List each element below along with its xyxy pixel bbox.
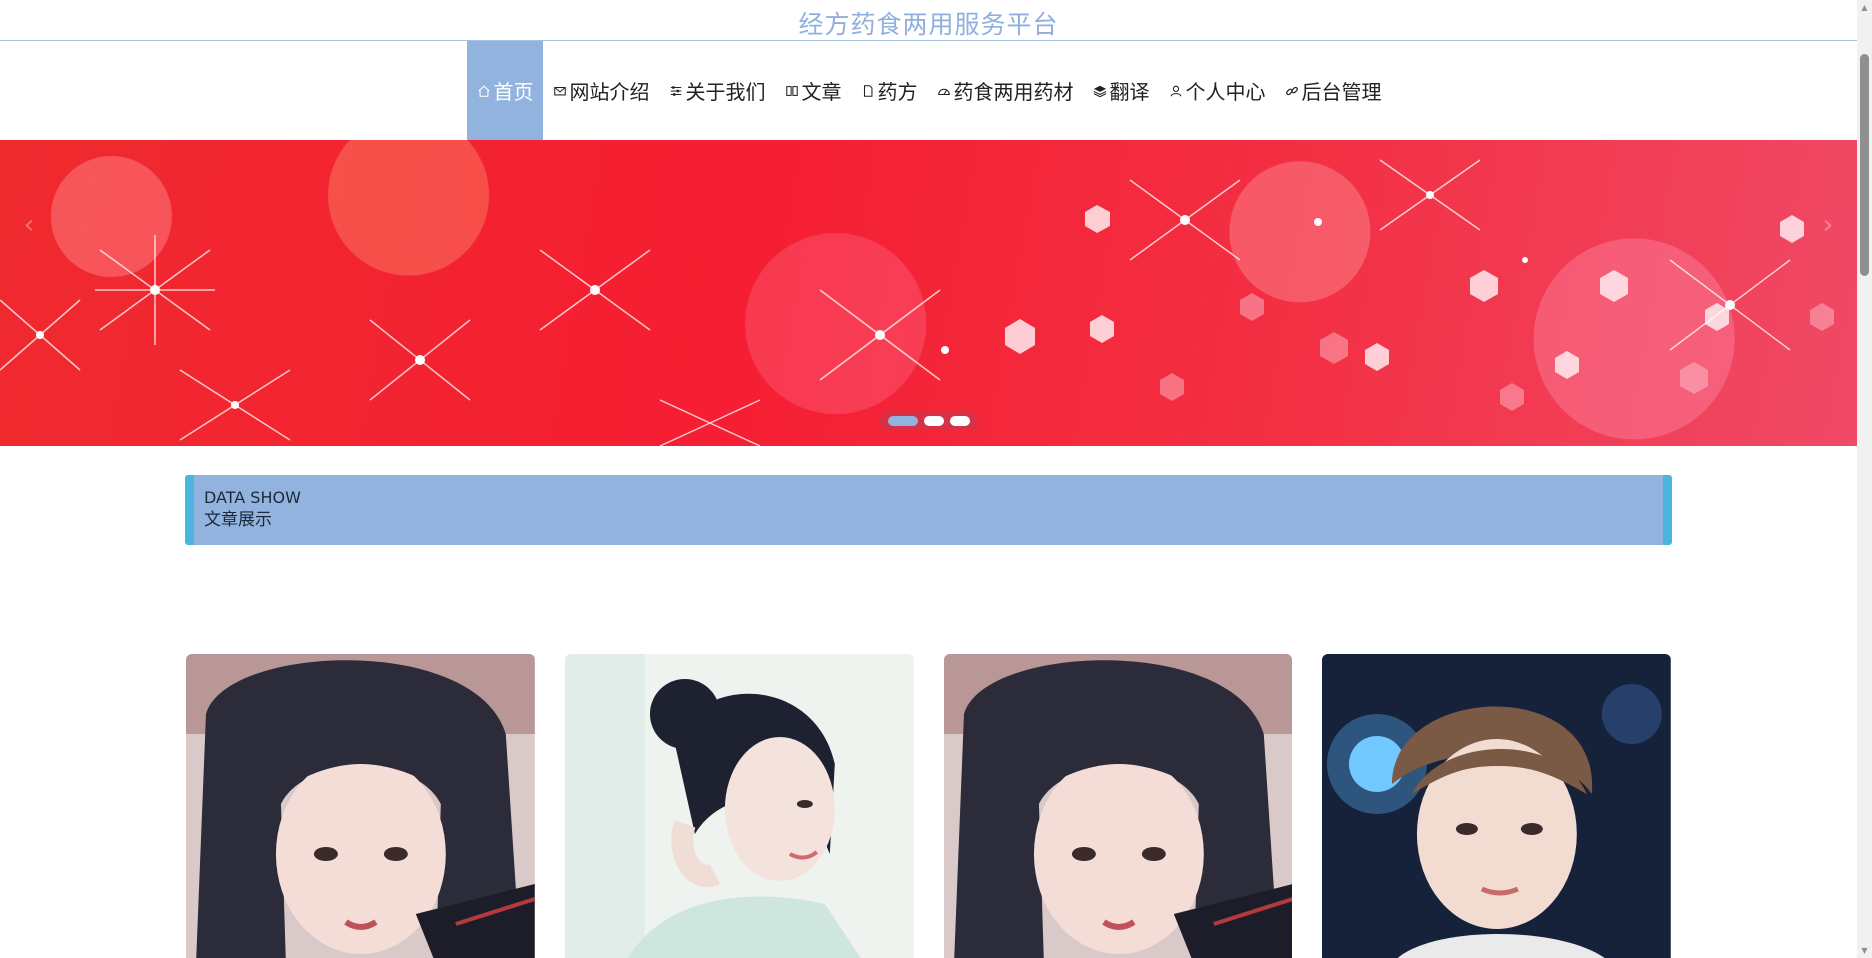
article-grid (186, 654, 1671, 958)
nav-label: 关于我们 (685, 80, 766, 104)
site-title: 经方药食两用服务平台 (798, 10, 1059, 39)
nav-label: 药方 (877, 80, 918, 104)
scroll-up-icon[interactable]: ▲ (1860, 3, 1869, 12)
link-icon (1284, 83, 1300, 99)
carousel-next-button[interactable]: › (1813, 210, 1843, 240)
nav-label: 首页 (493, 80, 534, 104)
article-image (1322, 654, 1671, 958)
nav-label: 网站介绍 (569, 80, 650, 104)
sliders-icon (668, 83, 684, 99)
main-nav: 首页 网站介绍 关于我们 文章 药方 药食两用药材 翻译 个人中心 后台管理 (0, 41, 1857, 140)
carousel-dot-3[interactable] (949, 416, 970, 426)
nav-item-about[interactable]: 关于我们 (659, 41, 775, 140)
section-header: DATA SHOW 文章展示 (185, 475, 1672, 545)
page: 经方药食两用服务平台 首页 网站介绍 关于我们 文章 药方 药食两用药材 翻译 … (0, 0, 1872, 958)
article-card[interactable] (1322, 654, 1671, 958)
home-icon (476, 83, 492, 99)
nav-item-home[interactable]: 首页 (466, 41, 543, 140)
page-scrollbar[interactable]: ▲ ▼ (1857, 0, 1872, 958)
nav-item-admin[interactable]: 后台管理 (1275, 41, 1391, 140)
book-icon (784, 83, 800, 99)
article-card[interactable] (564, 654, 914, 958)
nav-label: 药食两用药材 (953, 80, 1074, 104)
article-card[interactable] (186, 654, 535, 958)
carousel-dot-2[interactable] (923, 416, 944, 426)
user-icon (1168, 83, 1184, 99)
layers-icon (1092, 83, 1108, 99)
article-image (186, 654, 535, 958)
site-header: 经方药食两用服务平台 (0, 0, 1857, 41)
carousel-indicators (880, 412, 977, 430)
nav-label: 翻译 (1109, 80, 1150, 104)
article-image (943, 654, 1293, 958)
nav-item-translate[interactable]: 翻译 (1083, 41, 1159, 140)
scroll-thumb[interactable] (1860, 54, 1869, 276)
banner-image (0, 159, 1834, 446)
article-card[interactable] (943, 654, 1293, 958)
nav-item-prescriptions[interactable]: 药方 (851, 41, 927, 140)
nav-item-herbs[interactable]: 药食两用药材 (927, 41, 1083, 140)
nav-label: 文章 (801, 80, 842, 104)
scroll-down-icon[interactable]: ▼ (1860, 946, 1869, 955)
article-image (564, 654, 914, 958)
nav-label: 个人中心 (1185, 80, 1266, 104)
nav-item-articles[interactable]: 文章 (775, 41, 851, 140)
document-icon (860, 83, 876, 99)
nav-label: 后台管理 (1301, 80, 1382, 104)
nav-item-profile[interactable]: 个人中心 (1159, 41, 1275, 140)
nav-item-intro[interactable]: 网站介绍 (543, 41, 659, 140)
banner-carousel: ‹ › (0, 140, 1857, 446)
section-title-en: DATA SHOW (204, 488, 301, 507)
carousel-prev-button[interactable]: ‹ (14, 210, 44, 240)
section-title-cn: 文章展示 (204, 510, 272, 530)
gauge-icon (936, 83, 952, 99)
carousel-dot-1[interactable] (887, 416, 918, 426)
envelope-icon (552, 83, 568, 99)
